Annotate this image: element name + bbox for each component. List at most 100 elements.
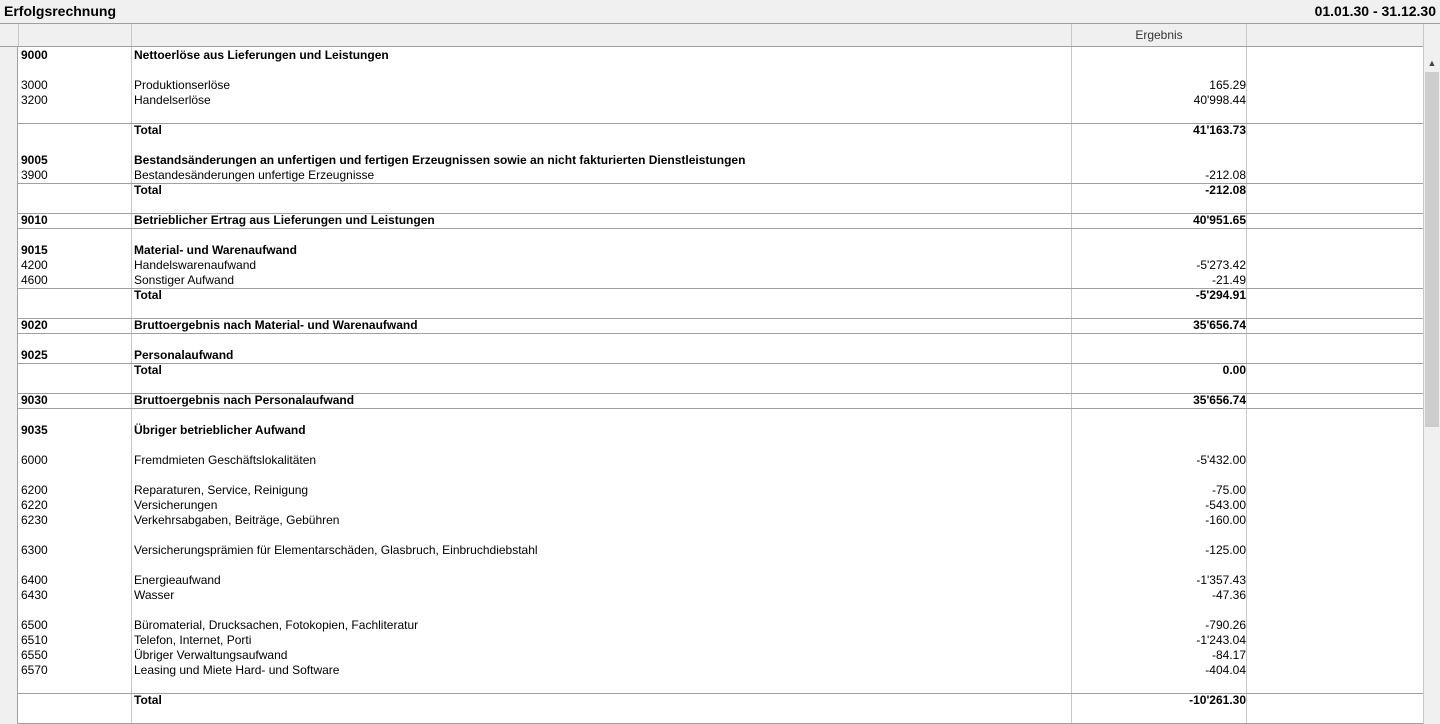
table-row[interactable] xyxy=(18,408,1423,423)
table-row[interactable]: 6200 Reparaturen, Service, Reinigung -75.0… xyxy=(18,483,1423,498)
account-code-cell: 9010 xyxy=(21,213,48,227)
description-cell: Total xyxy=(134,693,162,707)
table-row[interactable]: Total 0.00 xyxy=(18,363,1423,378)
description-cell: Fremdmieten Geschäftslokalitäten xyxy=(134,453,317,467)
description-cell: Nettoerlöse aus Lieferungen und Leistung… xyxy=(134,48,389,62)
result-value-cell: -10'261.30 xyxy=(1189,693,1246,707)
table-row[interactable]: 9025 Personalaufwand xyxy=(18,348,1423,363)
description-cell xyxy=(134,438,1069,453)
table-row[interactable]: 9030 Bruttoergebnis nach Personalaufwand 3… xyxy=(18,393,1423,408)
table-row[interactable]: 4200 Handelswarenaufwand -5'273.42 xyxy=(18,258,1423,273)
result-value-cell xyxy=(1072,708,1246,723)
account-code-cell: 3900 xyxy=(21,168,48,182)
column-header-0[interactable] xyxy=(0,24,19,46)
description-cell: Leasing und Miete Hard- und Software xyxy=(134,663,340,677)
table-row[interactable] xyxy=(18,228,1423,243)
description-cell xyxy=(134,408,1069,423)
table-row[interactable] xyxy=(18,678,1423,693)
account-code-cell xyxy=(21,558,126,573)
table-row[interactable] xyxy=(18,438,1423,453)
table-row[interactable]: Total -5'294.91 xyxy=(18,288,1423,303)
account-code-cell xyxy=(21,603,126,618)
table-row[interactable]: 9005 Bestandsänderungen an unfertigen und… xyxy=(18,153,1423,168)
vertical-scrollbar[interactable]: ▲ xyxy=(1423,24,1440,724)
column-header-ergebnis[interactable]: Ergebnis xyxy=(1072,24,1247,46)
table-row[interactable]: 6500 Büromaterial, Drucksachen, Fotokopie… xyxy=(18,618,1423,633)
table-row[interactable] xyxy=(18,603,1423,618)
result-value-cell xyxy=(1072,333,1246,348)
table-row[interactable]: 3900 Bestandesänderungen unfertige Erzeug… xyxy=(18,168,1423,183)
description-cell: Bestandsänderungen an unfertigen und fer… xyxy=(134,153,746,167)
table-header: Ergebnis xyxy=(0,24,1423,47)
account-code-cell: 6230 xyxy=(21,513,48,527)
table-row[interactable] xyxy=(18,708,1423,723)
account-code-cell xyxy=(21,198,126,213)
table-row[interactable]: 6000 Fremdmieten Geschäftslokalitäten -5'4… xyxy=(18,453,1423,468)
table-row[interactable]: 9010 Betrieblicher Ertrag aus Lieferungen… xyxy=(18,213,1423,228)
result-value-cell: -84.17 xyxy=(1211,648,1246,662)
description-cell: Bruttoergebnis nach Material- und Warena… xyxy=(134,318,418,332)
result-value-cell xyxy=(1072,228,1246,243)
table-row[interactable] xyxy=(18,528,1423,543)
result-value-cell: -5'294.91 xyxy=(1195,288,1246,302)
description-cell: Telefon, Internet, Porti xyxy=(134,633,252,647)
table-row[interactable]: 6430 Wasser -47.36 xyxy=(18,588,1423,603)
table-row[interactable]: 6550 Übriger Verwaltungsaufwand -84.17 xyxy=(18,648,1423,663)
result-value-cell: -125.00 xyxy=(1205,543,1246,557)
table-row[interactable]: 3200 Handelserlöse 40'998.44 xyxy=(18,93,1423,108)
result-value-cell xyxy=(1072,603,1246,618)
table-row[interactable] xyxy=(18,558,1423,573)
description-cell: Material- und Warenaufwand xyxy=(134,243,297,257)
account-code-cell xyxy=(21,528,126,543)
account-code-cell xyxy=(21,333,126,348)
table-row[interactable]: Total 41'163.73 xyxy=(18,123,1423,138)
result-value-cell xyxy=(1072,63,1246,78)
table-row[interactable]: 6300 Versicherungsprämien für Elementarsc… xyxy=(18,543,1423,558)
result-value-cell xyxy=(1072,678,1246,693)
table-row[interactable]: 6400 Energieaufwand -1'357.43 xyxy=(18,573,1423,588)
table-row[interactable]: 6570 Leasing und Miete Hard- und Software… xyxy=(18,663,1423,678)
table-row[interactable]: 9015 Material- und Warenaufwand xyxy=(18,243,1423,258)
table-row[interactable]: 6220 Versicherungen -543.00 xyxy=(18,498,1423,513)
table-row[interactable] xyxy=(18,468,1423,483)
table-row[interactable]: Total -212.08 xyxy=(18,183,1423,198)
table-row[interactable] xyxy=(18,378,1423,393)
result-value-cell: 0.00 xyxy=(1222,363,1246,377)
result-value-cell: -75.00 xyxy=(1211,483,1246,497)
table-row[interactable] xyxy=(18,63,1423,78)
account-code-cell: 6500 xyxy=(21,618,48,632)
description-cell: Energieaufwand xyxy=(134,573,221,587)
table-row[interactable] xyxy=(18,333,1423,348)
table-row[interactable] xyxy=(18,138,1423,153)
table-row[interactable]: 9020 Bruttoergebnis nach Material- und Wa… xyxy=(18,318,1423,333)
table-row[interactable]: 4600 Sonstiger Aufwand -21.49 xyxy=(18,273,1423,288)
table-row[interactable] xyxy=(18,198,1423,213)
column-header-extra[interactable] xyxy=(1247,24,1423,46)
result-value-cell: 40'951.65 xyxy=(1193,213,1246,227)
table-row[interactable] xyxy=(18,108,1423,123)
table-row[interactable]: 9000 Nettoerlöse aus Lieferungen und Leis… xyxy=(18,48,1423,63)
result-value-cell: -160.00 xyxy=(1205,513,1246,527)
description-cell: Versicherungsprämien für Elementarschäde… xyxy=(134,543,538,557)
result-value-cell xyxy=(1072,378,1246,393)
description-cell: Bestandesänderungen unfertige Erzeugniss… xyxy=(134,168,375,182)
description-cell: Handelserlöse xyxy=(134,93,211,107)
scrollbar-thumb[interactable] xyxy=(1425,72,1439,427)
table-row[interactable]: 3000 Produktionserlöse 165.29 xyxy=(18,78,1423,93)
table-row[interactable]: Total -10'261.30 xyxy=(18,693,1423,708)
description-cell: Betrieblicher Ertrag aus Lieferungen und… xyxy=(134,213,435,227)
description-cell xyxy=(134,558,1069,573)
column-header-description[interactable] xyxy=(132,24,1072,46)
result-value-cell: -212.08 xyxy=(1205,183,1246,197)
account-code-cell: 6200 xyxy=(21,483,48,497)
account-code-cell: 6300 xyxy=(21,543,48,557)
table-row[interactable] xyxy=(18,303,1423,318)
description-cell xyxy=(134,228,1069,243)
table-row[interactable]: 6230 Verkehrsabgaben, Beiträge, Gebühren -… xyxy=(18,513,1423,528)
description-cell: Verkehrsabgaben, Beiträge, Gebühren xyxy=(134,513,340,527)
scroll-up-button[interactable]: ▲ xyxy=(1424,56,1440,71)
table-row[interactable]: 9035 Übriger betrieblicher Aufwand xyxy=(18,423,1423,438)
column-header-code[interactable] xyxy=(19,24,132,46)
result-value-cell: -47.36 xyxy=(1211,588,1246,602)
table-row[interactable]: 6510 Telefon, Internet, Porti -1'243.04 xyxy=(18,633,1423,648)
